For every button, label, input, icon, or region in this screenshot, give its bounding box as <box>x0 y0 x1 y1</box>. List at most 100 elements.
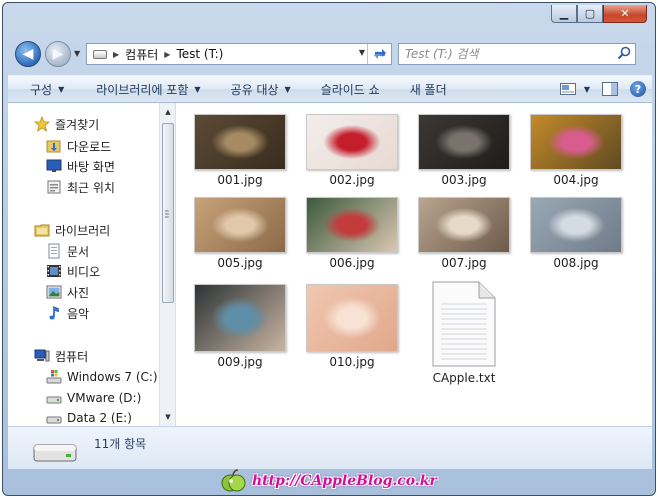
search-input[interactable] <box>405 47 605 61</box>
file-name: 001.jpg <box>217 173 263 187</box>
file-item[interactable]: 005.jpg <box>184 197 296 270</box>
file-item[interactable]: 006.jpg <box>296 197 408 270</box>
minimize-button[interactable]: ▁ <box>551 5 577 23</box>
nav-item-pictures[interactable]: 사진 <box>46 282 89 302</box>
maximize-button[interactable]: ▢ <box>577 5 603 23</box>
nav-item-drive-c-label: Windows 7 (C:) <box>67 370 158 384</box>
image-thumbnail <box>530 114 622 170</box>
search-icon[interactable] <box>617 46 631 60</box>
new-folder-label: 새 폴더 <box>409 82 447 97</box>
search-box[interactable] <box>398 43 636 65</box>
scroll-up-icon[interactable]: ▲ <box>160 104 175 120</box>
help-icon: ? <box>630 81 646 97</box>
nav-favorites-label: 즐겨찾기 <box>55 117 100 132</box>
image-thumbnail <box>530 197 622 253</box>
file-item[interactable]: 010.jpg <box>296 284 408 369</box>
file-name: 003.jpg <box>441 173 487 187</box>
video-icon <box>46 263 62 279</box>
text-file-icon <box>432 281 496 367</box>
maximize-icon: ▢ <box>584 7 596 20</box>
file-item[interactable]: 008.jpg <box>520 197 632 270</box>
recent-pages-dropdown-icon[interactable]: ▼ <box>74 49 80 58</box>
file-list: 001.jpg 002.jpg 003.jpg 004.jpg 005.jpg 006.j… <box>176 103 652 426</box>
scroll-down-icon[interactable]: ▼ <box>160 409 175 425</box>
computer-icon <box>34 348 50 364</box>
file-item[interactable]: 003.jpg <box>408 114 520 187</box>
close-icon: ✕ <box>620 7 630 20</box>
image-thumbnail <box>306 284 398 352</box>
watermark: http://CAppleBlog.co.kr <box>220 468 437 494</box>
nav-libraries[interactable]: 라이브러리 <box>34 220 110 240</box>
file-name: CApple.txt <box>432 371 496 385</box>
preview-pane-button[interactable] <box>602 82 618 96</box>
refresh-icon <box>373 49 386 59</box>
file-name: 007.jpg <box>441 256 487 270</box>
breadcrumb-separator-icon[interactable]: ▶ <box>164 50 170 59</box>
command-bar: 구성 ▼ 라이브러리에 포함 ▼ 공유 대상 ▼ 슬라이드 쇼 새 폴더 ▼ ? <box>8 75 652 103</box>
navigation-pane: 즐겨찾기 다운로드 바탕 화면 최근 위치 라이브러리 문서 비디오 사진 음악… <box>8 103 176 426</box>
scroll-thumb[interactable]: ━ ━ ━ <box>162 123 174 303</box>
share-with-label: 공유 대상 <box>230 82 279 97</box>
file-name: 008.jpg <box>553 256 599 270</box>
slide-show-button[interactable]: 슬라이드 쇼 <box>303 76 392 102</box>
share-with-menu[interactable]: 공유 대상 ▼ <box>213 76 303 102</box>
nav-computer[interactable]: 컴퓨터 <box>34 346 88 366</box>
file-item[interactable]: 004.jpg <box>520 114 632 187</box>
nav-item-documents-label: 문서 <box>67 244 90 259</box>
documents-icon <box>46 243 62 259</box>
view-icon <box>559 83 576 95</box>
back-arrow-icon: ◀ <box>22 46 34 62</box>
close-button[interactable]: ✕ <box>603 5 647 23</box>
nav-item-downloads[interactable]: 다운로드 <box>46 136 111 156</box>
caption-buttons: ▁ ▢ ✕ <box>551 5 647 23</box>
nav-item-music[interactable]: 음악 <box>46 303 89 323</box>
address-bar[interactable]: ▶ 컴퓨터 ▶ Test (T:) ▼ <box>86 43 392 65</box>
organize-menu[interactable]: 구성 ▼ <box>8 76 76 102</box>
breadcrumb-computer[interactable]: 컴퓨터 <box>125 46 158 63</box>
breadcrumb-current-drive[interactable]: Test (T:) <box>176 47 223 61</box>
nav-item-videos-label: 비디오 <box>67 264 101 279</box>
help-button[interactable]: ? <box>630 81 646 97</box>
include-in-library-menu[interactable]: 라이브러리에 포함 ▼ <box>76 76 212 102</box>
chevron-down-icon: ▼ <box>583 84 590 94</box>
nav-item-desktop[interactable]: 바탕 화면 <box>46 156 115 176</box>
change-view-button[interactable]: ▼ <box>559 83 590 95</box>
grip-icon: ━ ━ ━ <box>165 208 169 221</box>
apple-logo-icon <box>221 469 246 492</box>
breadcrumb-separator-icon[interactable]: ▶ <box>113 50 119 59</box>
nav-computer-label: 컴퓨터 <box>55 349 89 364</box>
image-thumbnail <box>306 197 398 253</box>
back-button[interactable]: ◀ <box>15 41 41 67</box>
include-in-library-label: 라이브러리에 포함 <box>96 82 189 97</box>
file-item[interactable]: 001.jpg <box>184 114 296 187</box>
nav-item-music-label: 음악 <box>67 306 90 321</box>
hard-drive-icon <box>33 444 77 462</box>
file-name: 004.jpg <box>553 173 599 187</box>
desktop-icon <box>46 158 62 174</box>
nav-item-drive-d[interactable]: VMware (D:) <box>46 388 141 408</box>
new-folder-button[interactable]: 새 폴더 <box>392 76 459 102</box>
file-name: 010.jpg <box>329 355 375 369</box>
forward-button[interactable]: ▶ <box>45 41 71 67</box>
file-item[interactable]: CApple.txt <box>408 280 520 385</box>
refresh-button[interactable] <box>367 44 391 64</box>
slide-show-label: 슬라이드 쇼 <box>320 82 380 97</box>
nav-item-drive-e[interactable]: Data 2 (E:) <box>46 408 132 426</box>
address-history-dropdown-icon[interactable]: ▼ <box>359 48 365 57</box>
file-item[interactable]: 007.jpg <box>408 197 520 270</box>
file-item[interactable]: 002.jpg <box>296 114 408 187</box>
nav-favorites[interactable]: 즐겨찾기 <box>34 114 99 134</box>
chevron-down-icon: ▼ <box>58 84 65 94</box>
windows-drive-icon <box>46 369 62 385</box>
file-item[interactable]: 009.jpg <box>184 284 296 369</box>
nav-item-drive-e-label: Data 2 (E:) <box>67 411 132 425</box>
hard-drive-icon <box>46 390 62 406</box>
nav-item-drive-c[interactable]: Windows 7 (C:) <box>46 367 158 387</box>
nav-item-recent-places[interactable]: 최근 위치 <box>46 177 115 197</box>
pictures-icon <box>46 284 62 300</box>
nav-item-documents[interactable]: 문서 <box>46 241 89 261</box>
navigation-scrollbar[interactable]: ▲ ━ ━ ━ ▼ <box>159 103 175 426</box>
nav-item-recent-places-label: 최근 위치 <box>67 180 115 195</box>
nav-item-videos[interactable]: 비디오 <box>46 261 100 281</box>
image-thumbnail <box>418 197 510 253</box>
